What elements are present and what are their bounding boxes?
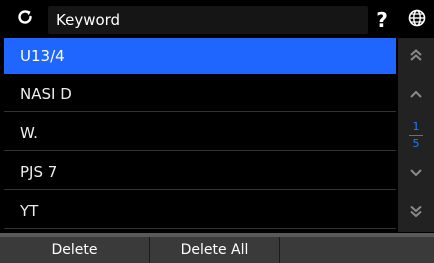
scroll-panel: 1 5 bbox=[398, 38, 434, 232]
double-chevron-up-icon bbox=[408, 47, 424, 67]
scroll-up-button[interactable] bbox=[398, 77, 434, 115]
help-icon: ? bbox=[376, 8, 388, 32]
list-item-label: PJS 7 bbox=[20, 162, 58, 181]
scroll-down-button[interactable] bbox=[398, 155, 434, 193]
chevron-up-icon bbox=[408, 86, 424, 106]
page-indicator: 1 5 bbox=[398, 116, 434, 154]
search-placeholder: Keyword bbox=[56, 11, 121, 29]
help-button[interactable]: ? bbox=[368, 6, 396, 34]
search-input[interactable]: Keyword bbox=[48, 6, 368, 34]
list-item[interactable]: U13/4 bbox=[4, 38, 396, 74]
bottom-bar: Delete Delete All bbox=[0, 233, 434, 263]
list-item[interactable]: PJS 7 bbox=[4, 154, 396, 190]
list-item-label: W. bbox=[20, 123, 38, 142]
list-item-label: YT bbox=[20, 201, 39, 220]
delete-label: Delete bbox=[51, 242, 98, 258]
refresh-button[interactable] bbox=[6, 4, 44, 34]
chevron-down-icon bbox=[408, 164, 424, 184]
list-item[interactable]: YT bbox=[4, 193, 396, 229]
page-divider bbox=[409, 134, 423, 136]
list-item-label: NASI D bbox=[20, 84, 72, 103]
page-current: 1 bbox=[412, 119, 420, 133]
list-item[interactable]: W. bbox=[4, 115, 396, 151]
list-item[interactable]: NASI D bbox=[4, 76, 396, 112]
keyword-list: U13/4 NASI D W. PJS 7 YT bbox=[4, 38, 396, 232]
top-bar: Keyword ? bbox=[0, 0, 434, 38]
delete-button[interactable]: Delete bbox=[0, 237, 150, 263]
delete-all-button[interactable]: Delete All bbox=[150, 237, 280, 263]
page-first-button[interactable] bbox=[398, 38, 434, 76]
delete-all-label: Delete All bbox=[180, 242, 249, 258]
empty-button bbox=[280, 237, 434, 263]
refresh-icon bbox=[15, 7, 35, 31]
language-button[interactable] bbox=[402, 6, 432, 34]
page-total: 5 bbox=[412, 136, 420, 150]
page-last-button[interactable] bbox=[398, 194, 434, 232]
globe-icon bbox=[408, 9, 426, 31]
list-item-label: U13/4 bbox=[20, 47, 65, 65]
double-chevron-down-icon bbox=[408, 203, 424, 223]
